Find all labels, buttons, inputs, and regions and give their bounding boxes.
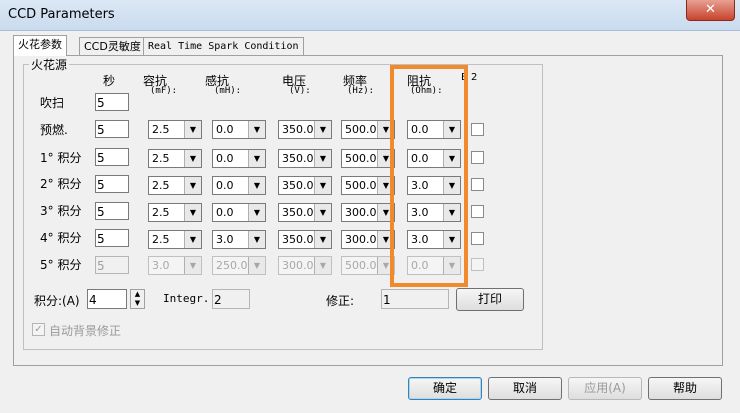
row-label-purge: 吹扫 — [40, 96, 65, 110]
preburn-capacitance-select[interactable]: 2.5 ▼ — [148, 120, 202, 139]
row-label-integral-2: 2° 积分 — [40, 177, 82, 191]
integral-4-voltage-select[interactable]: 350.0 ▼ — [278, 230, 332, 249]
chevron-down-icon[interactable]: ▼ — [314, 177, 331, 194]
purge-seconds-input[interactable]: 5 — [95, 93, 129, 111]
chevron-down-icon[interactable]: ▼ — [184, 204, 201, 221]
header-capacitance-unit: (mF): — [150, 86, 178, 96]
integral-1-checkbox[interactable] — [471, 151, 484, 164]
tab-real-time-spark[interactable]: Real Time Spark Condition — [143, 37, 304, 55]
integral-3-frequency-select[interactable]: 300.0 ▼ — [341, 203, 395, 222]
integral-4-checkbox[interactable] — [471, 232, 484, 245]
preburn-voltage-select[interactable]: 350.0 ▼ — [278, 120, 332, 139]
preburn-checkbox[interactable] — [471, 123, 484, 136]
integral-4-capacitance-select[interactable]: 2.5 ▼ — [148, 230, 202, 249]
group-title: 火花源 — [29, 56, 70, 73]
chevron-down-icon: ▼ — [314, 257, 331, 274]
row-label-integral-4: 4° 积分 — [40, 231, 82, 245]
chevron-down-icon: ▼ — [248, 257, 265, 274]
integral-2-frequency-select[interactable]: 500.0 ▼ — [341, 176, 395, 195]
correction-value: 1 — [381, 289, 449, 309]
integral-1-voltage-select[interactable]: 350.0 ▼ — [278, 149, 332, 168]
integral-4-frequency-select[interactable]: 300.0 ▼ — [341, 230, 395, 249]
cancel-button[interactable]: 取消 — [488, 377, 562, 400]
integral-3-capacitance-select[interactable]: 2.5 ▼ — [148, 203, 202, 222]
integral-4-seconds-input[interactable]: 5 — [95, 229, 129, 247]
integral-4-inductance-select[interactable]: 3.0 ▼ — [212, 230, 266, 249]
chevron-down-icon[interactable]: ▼ — [314, 121, 331, 138]
preburn-seconds-input[interactable]: 5 — [95, 120, 129, 138]
row-label-integral-5: 5° 积分 — [40, 258, 82, 272]
integral-2-capacitance-select[interactable]: 2.5 ▼ — [148, 176, 202, 195]
tab-ccd-sensitivity[interactable]: CCD灵敏度 — [79, 37, 146, 55]
integral-5-capacitance-select: 3.0 ▼ — [148, 256, 202, 275]
integr-label: Integr. — [163, 292, 210, 305]
integral-3-voltage-select[interactable]: 350.0 ▼ — [278, 203, 332, 222]
integr-value: 2 — [212, 289, 250, 309]
header-inductance-unit: (mH): — [214, 86, 242, 96]
chevron-down-icon[interactable]: ▼ — [314, 231, 331, 248]
integral-5-checkbox — [471, 258, 484, 271]
integral-3-seconds-input[interactable]: 5 — [95, 202, 129, 220]
row-label-preburn: 预燃. — [40, 123, 68, 137]
integral-count-spinner[interactable]: ▲ ▼ — [130, 289, 145, 309]
integral-1-inductance-select[interactable]: 0.0 ▼ — [212, 149, 266, 168]
auto-background-checkbox: ✓ — [32, 323, 45, 336]
integral-5-seconds-input: 5 — [95, 256, 129, 274]
chevron-down-icon[interactable]: ▼ — [248, 150, 265, 167]
ok-button[interactable]: 确定 — [408, 377, 482, 400]
chevron-down-icon[interactable]: ▼ — [314, 204, 331, 221]
integral-2-voltage-select[interactable]: 350.0 ▼ — [278, 176, 332, 195]
preburn-inductance-select[interactable]: 0.0 ▼ — [212, 120, 266, 139]
row-label-integral-3: 3° 积分 — [40, 204, 82, 218]
chevron-down-icon: ▼ — [184, 257, 201, 274]
chevron-down-icon[interactable]: ▼ — [184, 150, 201, 167]
chevron-down-icon[interactable]: ▼ — [314, 150, 331, 167]
chevron-down-icon[interactable]: ▼ — [248, 121, 265, 138]
integral-1-frequency-select[interactable]: 500.0 ▼ — [341, 149, 395, 168]
help-button[interactable]: 帮助 — [648, 377, 722, 400]
print-button[interactable]: 打印 — [456, 288, 524, 311]
close-icon[interactable]: ✕ — [686, 0, 735, 21]
apply-button: 应用(A) — [568, 377, 642, 400]
integral-2-inductance-select[interactable]: 0.0 ▼ — [212, 176, 266, 195]
chevron-down-icon[interactable]: ▼ — [184, 231, 201, 248]
integral-3-inductance-select[interactable]: 0.0 ▼ — [212, 203, 266, 222]
header-seconds: 秒 — [103, 74, 116, 88]
integral-2-checkbox[interactable] — [471, 178, 484, 191]
integral-count-label: 积分:(A) — [34, 294, 80, 308]
integral-3-checkbox[interactable] — [471, 205, 484, 218]
header-frequency-unit: (Hz): — [347, 86, 375, 96]
integral-count-input[interactable]: 4 — [87, 289, 127, 309]
chevron-down-icon[interactable]: ▼ — [248, 177, 265, 194]
title-bar: CCD Parameters ✕ — [0, 0, 740, 31]
tab-spark-params[interactable]: 火花参数 — [13, 35, 67, 56]
preburn-frequency-select[interactable]: 500.0 ▼ — [341, 120, 395, 139]
window-title: CCD Parameters — [8, 7, 115, 22]
chevron-down-icon[interactable]: ▼ — [248, 204, 265, 221]
integral-5-inductance-select: 250.0 ▼ — [212, 256, 266, 275]
correction-label: 修正: — [326, 294, 355, 308]
integral-5-frequency-select: 500.0 ▼ — [341, 256, 395, 275]
header-voltage-unit: (V): — [289, 86, 311, 96]
integral-1-seconds-input[interactable]: 5 — [95, 148, 129, 166]
chevron-down-icon[interactable]: ▼ — [248, 231, 265, 248]
chevron-down-icon[interactable]: ▼ — [184, 177, 201, 194]
resistance-column-highlight — [390, 65, 468, 287]
row-label-integral-1: 1° 积分 — [40, 151, 82, 165]
integral-5-voltage-select: 300.0 ▼ — [278, 256, 332, 275]
auto-background-label: 自动背景修正 — [49, 324, 122, 338]
integral-1-capacitance-select[interactable]: 2.5 ▼ — [148, 149, 202, 168]
chevron-down-icon[interactable]: ▼ — [184, 121, 201, 138]
integral-2-seconds-input[interactable]: 5 — [95, 175, 129, 193]
